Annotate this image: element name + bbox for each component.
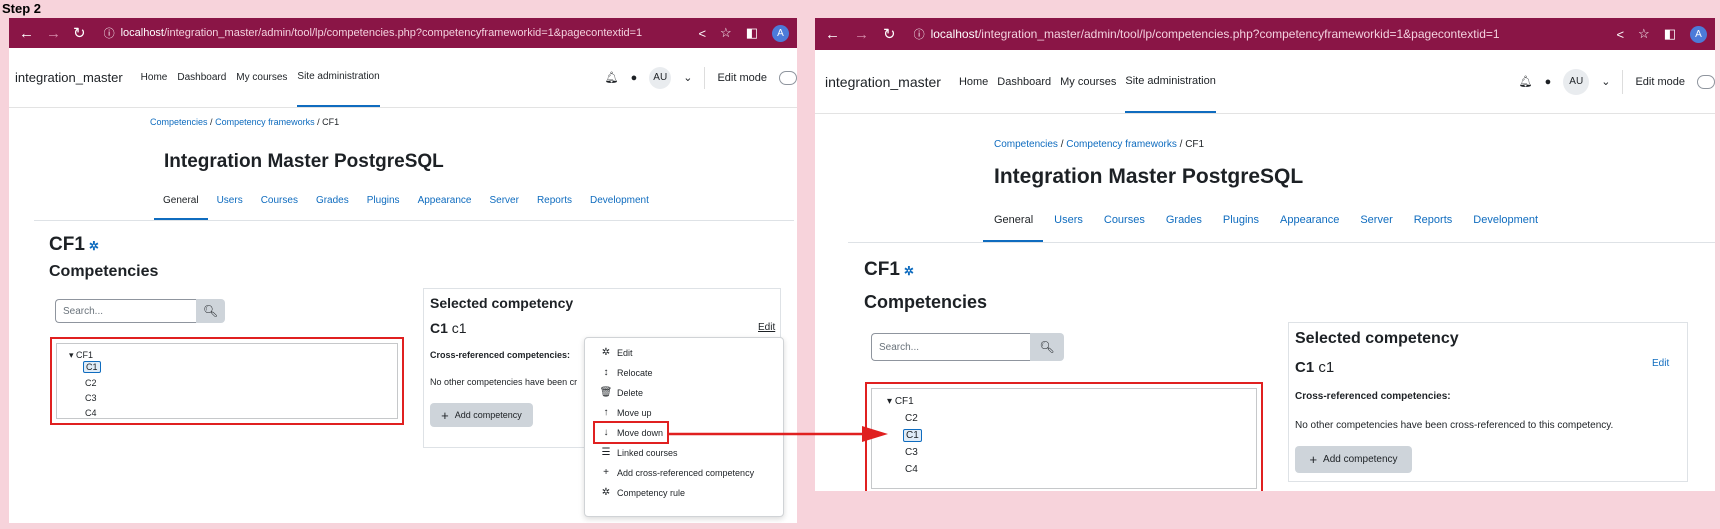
transition-arrow (669, 426, 888, 442)
arrow-head (862, 426, 888, 442)
